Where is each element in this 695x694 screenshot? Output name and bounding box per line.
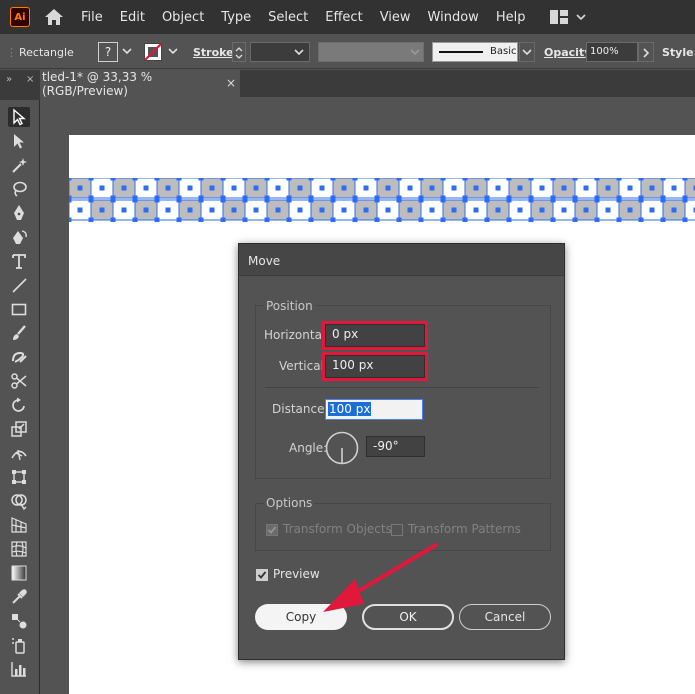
annotation-arrow — [323, 543, 438, 612]
